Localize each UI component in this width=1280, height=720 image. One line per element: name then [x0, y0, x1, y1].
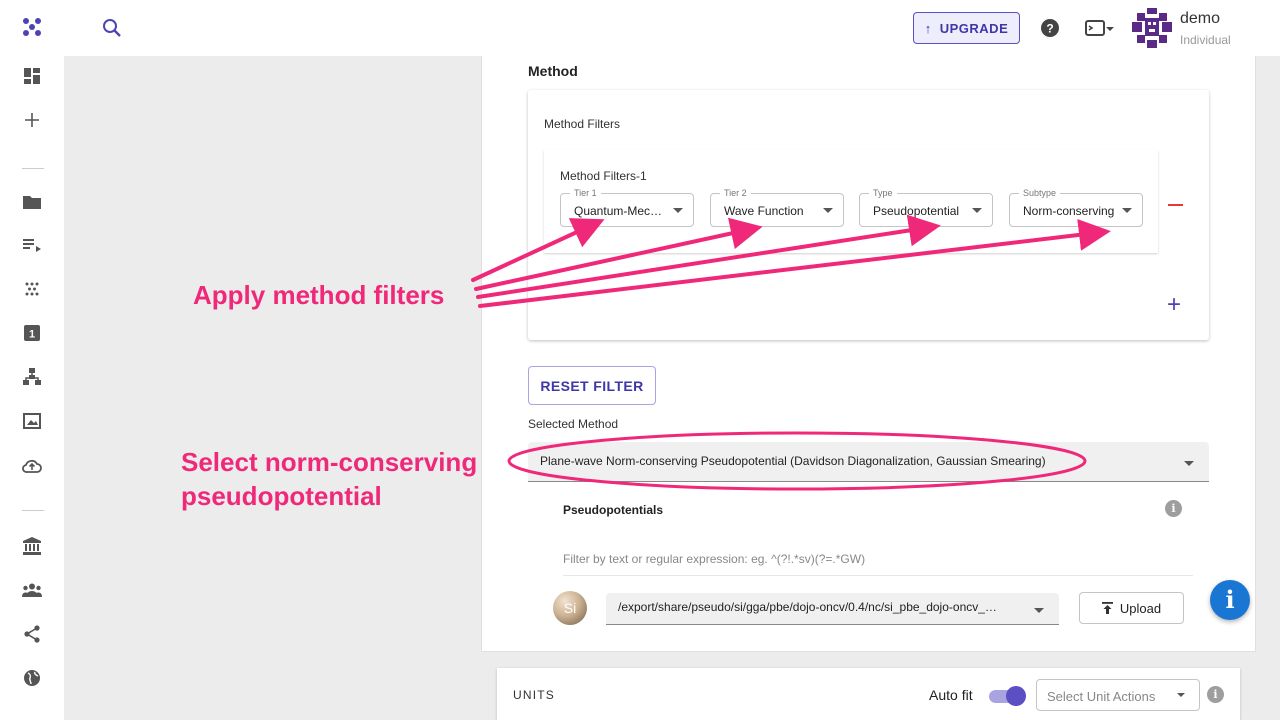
rail-divider: [22, 168, 44, 169]
share-icon[interactable]: [22, 624, 42, 644]
help-info-icon[interactable]: i: [1210, 580, 1250, 620]
chevron-down-icon: [1122, 208, 1132, 213]
pseudo-filter-input[interactable]: Filter by text or regular expression: eg…: [563, 552, 1193, 576]
unit-actions-placeholder: Select Unit Actions: [1047, 689, 1156, 704]
terminal-icon[interactable]: [1085, 19, 1115, 37]
subtype-label: Subtype: [1019, 188, 1061, 198]
user-account-type: Individual: [1180, 33, 1231, 47]
remove-filter-icon[interactable]: [1168, 204, 1183, 206]
pseudo-path-select[interactable]: /export/share/pseudo/si/gga/pbe/dojo-onc…: [606, 593, 1059, 625]
upload-icon: [1101, 602, 1113, 614]
toggle-knob: [1006, 686, 1026, 706]
tier1-label: Tier 1: [570, 188, 601, 198]
chevron-down-icon: [1177, 693, 1185, 697]
tier2-label: Tier 2: [720, 188, 751, 198]
add-filter-icon[interactable]: +: [1164, 293, 1184, 317]
dots-icon[interactable]: [22, 279, 42, 299]
chevron-down-icon: [1184, 461, 1194, 466]
cloud-upload-icon[interactable]: [22, 455, 42, 475]
type-select[interactable]: Type Pseudopotential: [859, 188, 993, 227]
info-icon[interactable]: i: [1165, 500, 1182, 517]
pseudo-path-value: /export/share/pseudo/si/gga/pbe/dojo-onc…: [618, 600, 998, 614]
selected-method-label: Selected Method: [528, 417, 619, 431]
method-filters-title: Method Filters: [544, 117, 621, 131]
svg-text:?: ?: [1046, 22, 1053, 36]
tier2-select[interactable]: Tier 2 Wave Function: [710, 188, 844, 227]
dashboard-icon[interactable]: [22, 66, 42, 86]
left-navigation-rail: 1: [0, 0, 64, 720]
user-name[interactable]: demo: [1180, 10, 1220, 28]
help-icon[interactable]: ?: [1041, 19, 1059, 37]
pseudopotentials-title: Pseudopotentials: [563, 503, 664, 517]
unit-actions-select[interactable]: Select Unit Actions: [1036, 679, 1200, 711]
autofit-label: Auto fit: [929, 687, 973, 703]
bank-icon[interactable]: [22, 536, 42, 556]
selected-method-value: Plane-wave Norm-conserving Pseudopotenti…: [540, 454, 1046, 468]
upload-label: Upload: [1119, 600, 1162, 616]
subtype-value: Norm-conserving: [1023, 204, 1115, 218]
plus-icon[interactable]: [22, 110, 42, 130]
svg-text:1: 1: [29, 329, 35, 341]
upgrade-label: UPGRADE: [939, 20, 1009, 36]
logo-icon[interactable]: [22, 17, 42, 37]
autofit-toggle[interactable]: [989, 686, 1026, 706]
rail-divider: [22, 510, 44, 511]
chevron-down-icon: [972, 208, 982, 213]
tier1-value: Quantum-Mechanical: [574, 204, 668, 218]
type-value: Pseudopotential: [873, 204, 960, 218]
chevron-down-icon: [673, 208, 683, 213]
type-label: Type: [869, 188, 897, 198]
image-icon[interactable]: [22, 411, 42, 431]
folder-icon[interactable]: [22, 191, 42, 211]
hierarchy-icon[interactable]: [22, 367, 42, 387]
annotation-apply-filters: Apply method filters: [193, 280, 445, 310]
chevron-down-icon: [823, 208, 833, 213]
people-icon[interactable]: [22, 580, 42, 600]
playlist-icon[interactable]: [22, 235, 42, 255]
selected-method-select[interactable]: Plane-wave Norm-conserving Pseudopotenti…: [528, 442, 1209, 482]
tier1-select[interactable]: Tier 1 Quantum-Mechanical: [560, 188, 694, 227]
upload-button[interactable]: Upload: [1079, 592, 1184, 624]
method-section-title: Method: [528, 63, 578, 79]
upgrade-button[interactable]: ↑ UPGRADE: [913, 12, 1020, 44]
avatar[interactable]: [1132, 8, 1172, 48]
units-title: UNITS: [513, 688, 555, 702]
tier2-value: Wave Function: [724, 204, 804, 218]
upgrade-arrow-icon: ↑: [924, 20, 932, 36]
method-filter-group-title: Method Filters-1: [560, 169, 647, 183]
globe-icon[interactable]: [22, 668, 42, 688]
annotation-select-method: Select norm-conserving pseudopotential: [181, 447, 478, 511]
one-icon[interactable]: 1: [22, 323, 42, 343]
chevron-down-icon: [1034, 608, 1044, 613]
search-icon[interactable]: [102, 18, 122, 38]
subtype-select[interactable]: Subtype Norm-conserving: [1009, 188, 1143, 227]
units-info-icon[interactable]: i: [1207, 686, 1224, 703]
element-si-badge: Si: [553, 591, 587, 625]
reset-filter-button[interactable]: RESET FILTER: [528, 366, 656, 405]
